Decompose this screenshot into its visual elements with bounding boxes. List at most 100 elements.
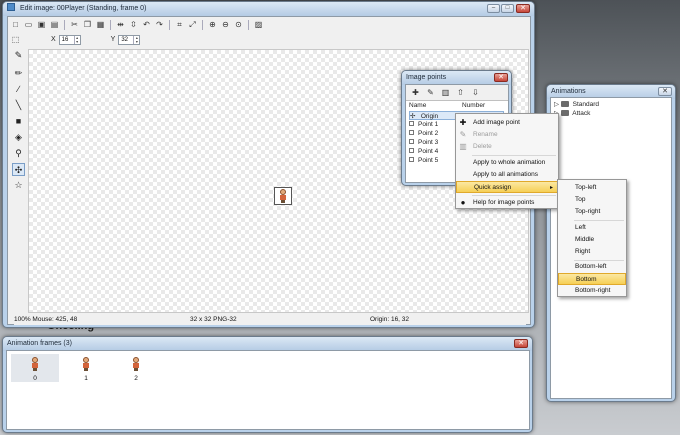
- status-bar: 100% Mouse: 425, 48 32 x 32 PNG-32 Origi…: [14, 315, 526, 325]
- menu-item-quick-assign[interactable]: Quick assign ▸: [456, 181, 558, 193]
- point-name: Point 4: [418, 148, 439, 155]
- menu-item-label: Apply to whole animation: [473, 159, 546, 166]
- image-settings-icon[interactable]: ▨: [253, 19, 264, 30]
- fill-icon[interactable]: ◈: [12, 131, 25, 144]
- quick-assign-submenu: Top-left Top Top-right Left Middle Right…: [557, 179, 627, 297]
- player-sprite: [131, 357, 141, 371]
- copy-icon[interactable]: ❐: [82, 19, 93, 30]
- status-origin: Origin: 16, 32: [370, 316, 410, 323]
- menu-separator: [472, 155, 556, 156]
- menu-item-label: Bottom: [576, 276, 597, 283]
- color-picker-icon[interactable]: ⚲: [12, 147, 25, 160]
- crop-icon[interactable]: ⌗: [174, 19, 185, 30]
- animation-frames-window: Animation frames (3) ✕ 0 1 2: [2, 336, 533, 433]
- rectangle-icon[interactable]: ■: [12, 115, 25, 128]
- x-stepper[interactable]: 16 ▴ ▾: [58, 34, 81, 45]
- tree-item-standard[interactable]: ▷ Standard: [554, 100, 599, 108]
- open-icon[interactable]: ▭: [23, 19, 34, 30]
- player-sprite: [30, 357, 40, 371]
- close-button[interactable]: ✕: [658, 87, 672, 96]
- menu-item-label: Bottom-left: [575, 263, 607, 270]
- toolbar-separator: [169, 19, 170, 30]
- close-button[interactable]: ✕: [516, 4, 530, 13]
- sprite-frame-box: [274, 187, 292, 205]
- paste-icon[interactable]: ▦: [95, 19, 106, 30]
- menu-item-left[interactable]: Left: [558, 222, 626, 234]
- flip-horizontal-icon[interactable]: ⇹: [115, 19, 126, 30]
- rotate-right-icon[interactable]: ↷: [154, 19, 165, 30]
- player-sprite: [81, 357, 91, 371]
- edit-image-titlebar[interactable]: Edit image: 00Player (Standing, frame 0): [3, 2, 534, 16]
- menu-item-apply-whole-animation[interactable]: Apply to whole animation: [456, 157, 558, 169]
- column-header-number[interactable]: Number: [462, 102, 485, 109]
- coordinate-toolbar: ⬚ X 16 ▴ ▾ Y 32 ▴ ▾: [10, 34, 141, 45]
- toolbar-separator: [202, 19, 203, 30]
- tree-item-attack[interactable]: ▷ Attack: [554, 109, 590, 117]
- menu-item-apply-all-animations[interactable]: Apply to all animations: [456, 169, 558, 181]
- rotate-left-icon[interactable]: ↶: [141, 19, 152, 30]
- menu-item-right[interactable]: Right: [558, 246, 626, 258]
- menu-item-bottom[interactable]: Bottom: [558, 273, 626, 285]
- menu-item-label: Quick assign: [474, 184, 512, 191]
- move-down-icon[interactable]: ⇩: [470, 87, 481, 98]
- menu-item-bottom-left[interactable]: Bottom-left: [558, 261, 626, 273]
- brush-icon[interactable]: ∕: [12, 83, 25, 96]
- stepper-arrows-icon[interactable]: ▴ ▾: [73, 35, 80, 44]
- animation-frames-titlebar[interactable]: Animation frames (3): [3, 337, 532, 351]
- y-stepper[interactable]: 32 ▴ ▾: [118, 34, 141, 45]
- zoom-in-icon[interactable]: ⊕: [207, 19, 218, 30]
- line-icon[interactable]: ╲: [12, 99, 25, 112]
- close-button[interactable]: ✕: [514, 339, 528, 348]
- frame-thumbnail[interactable]: 2: [112, 354, 160, 382]
- pencil-icon[interactable]: ✏: [12, 67, 25, 80]
- stepper-arrows-icon[interactable]: ▴ ▾: [133, 35, 139, 44]
- menu-item-top[interactable]: Top: [558, 194, 626, 206]
- image-point-tool-icon[interactable]: ✣: [12, 163, 25, 176]
- flip-vertical-icon[interactable]: ⇳: [128, 19, 139, 30]
- status-size-format: 32 x 32 PNG-32: [190, 316, 237, 323]
- eraser-icon[interactable]: ✎: [12, 49, 25, 62]
- frame-thumbnail[interactable]: 0: [11, 354, 59, 382]
- move-up-icon[interactable]: ⇧: [455, 87, 466, 98]
- menu-item-help[interactable]: ● Help for image points: [456, 197, 558, 209]
- menu-item-label: Top-right: [575, 208, 601, 215]
- point-name: Point 5: [418, 157, 439, 164]
- menu-item-top-right[interactable]: Top-right: [558, 206, 626, 218]
- maximize-button[interactable]: □: [501, 4, 514, 13]
- main-toolbar: □ ▭ ▣ ▤ ✂ ❐ ▦ ⇹ ⇳ ↶ ↷ ⌗ ⤢ ⊕ ⊖ ⊙ ▨: [10, 19, 264, 30]
- image-points-toolbar: ✚ ✎ ▥ ⇧ ⇩: [410, 87, 481, 98]
- resize-icon[interactable]: ⤢: [187, 19, 198, 30]
- origin-tool-icon[interactable]: ☆: [12, 179, 25, 192]
- point-icon: [409, 148, 414, 153]
- expand-icon[interactable]: ▷: [554, 101, 559, 108]
- save-as-icon[interactable]: ▤: [49, 19, 60, 30]
- menu-item-add-image-point[interactable]: ✚ Add image point: [456, 117, 558, 129]
- frame-thumbnail[interactable]: 1: [62, 354, 110, 382]
- minimize-button[interactable]: –: [487, 4, 500, 13]
- column-header-name[interactable]: Name: [409, 102, 426, 109]
- pencil-icon[interactable]: ✎: [425, 87, 436, 98]
- menu-item-top-left[interactable]: Top-left: [558, 182, 626, 194]
- new-icon[interactable]: □: [10, 19, 21, 30]
- save-icon[interactable]: ▣: [36, 19, 47, 30]
- toolbar-separator: [248, 19, 249, 30]
- menu-item-label: Rename: [473, 131, 498, 138]
- close-button[interactable]: ✕: [494, 73, 508, 82]
- menu-item-label: Add image point: [473, 119, 520, 126]
- menu-item-rename[interactable]: ✎ Rename: [456, 129, 558, 141]
- menu-item-delete[interactable]: ▥ Delete: [456, 141, 558, 153]
- submenu-arrow-icon: ▸: [549, 185, 553, 191]
- menu-item-label: Delete: [473, 143, 492, 150]
- trash-icon[interactable]: ▥: [440, 87, 451, 98]
- menu-item-label: Help for image points: [473, 199, 535, 206]
- menu-item-bottom-right[interactable]: Bottom-right: [558, 285, 626, 297]
- player-sprite: [278, 189, 288, 203]
- cut-icon[interactable]: ✂: [69, 19, 80, 30]
- selection-icon[interactable]: ⬚: [10, 34, 21, 45]
- menu-item-middle[interactable]: Middle: [558, 234, 626, 246]
- plus-icon[interactable]: ✚: [410, 87, 421, 98]
- zoom-reset-icon[interactable]: ⊙: [233, 19, 244, 30]
- y-label: Y: [110, 36, 116, 43]
- zoom-out-icon[interactable]: ⊖: [220, 19, 231, 30]
- frame-number: 0: [33, 375, 37, 382]
